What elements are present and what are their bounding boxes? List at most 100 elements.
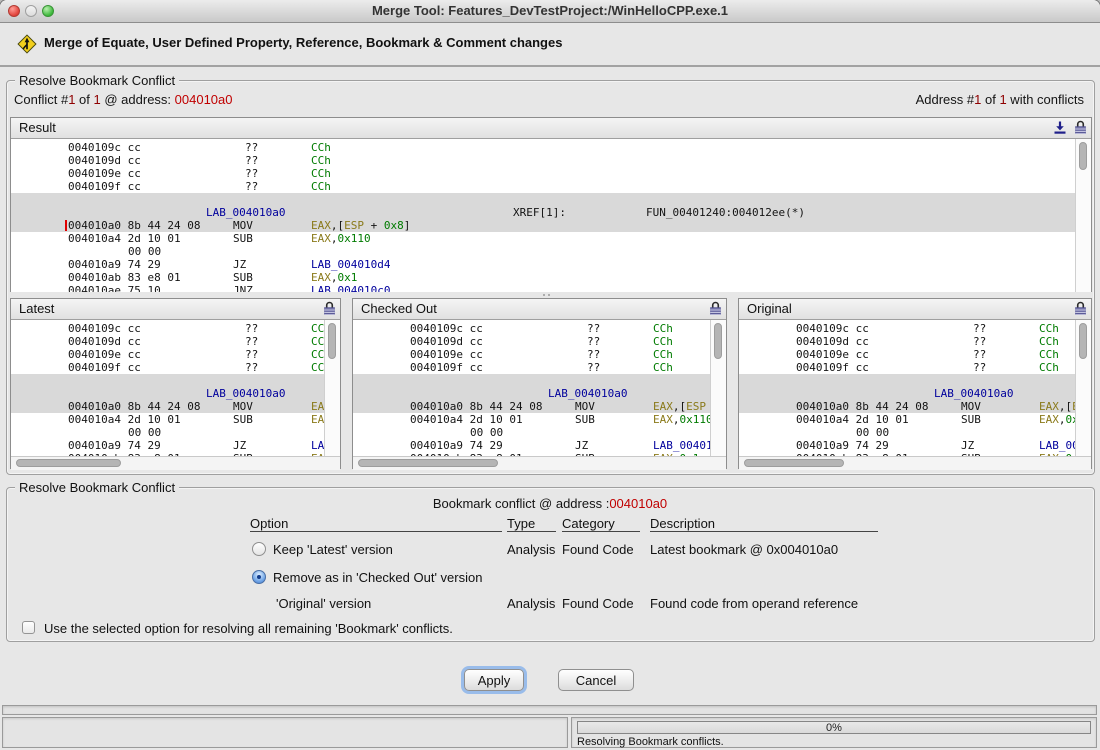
listing-row[interactable]: 004010a9 74 29JZLAB_004010d4 <box>739 439 1076 452</box>
scrollbar-thumb[interactable] <box>1079 142 1087 170</box>
result-listing[interactable]: 0040109c cc??CCh0040109d cc??CCh0040109e… <box>11 139 1076 292</box>
cursor-caret <box>65 220 67 231</box>
listing-row[interactable]: 004010a4 2d 10 01SUBEAX,0x110 <box>11 232 1076 245</box>
listing-row[interactable]: 0040109c cc??CCh <box>353 322 711 335</box>
apply-button[interactable]: Apply <box>464 669 524 691</box>
listing-row[interactable]: 0040109e cc??CCh <box>11 167 1076 180</box>
listing-row[interactable]: 0040109d cc??CCh <box>11 154 1076 167</box>
listing-row[interactable]: 004010a0 8b 44 24 08MOVEAX,[ESP + 0x8] <box>739 400 1076 413</box>
latest-panel: Latest 0040109c cc??CCh0040109d cc??CCh0… <box>10 298 341 469</box>
listing-row[interactable]: 004010a4 2d 10 01SUBEAX,0x110 <box>11 413 325 426</box>
cancel-button[interactable]: Cancel <box>558 669 634 691</box>
option-description: Latest bookmark @ 0x004010a0 <box>650 542 838 557</box>
listing-row[interactable]: 004010ae 75 10JNZLAB_004010c0 <box>11 284 1076 292</box>
listing-row[interactable]: LAB_004010a0XREF[1]:FUN_00401240:004012e… <box>11 387 325 400</box>
column-header-option: Option <box>250 516 502 532</box>
lock-icon[interactable] <box>323 301 336 322</box>
scrollbar-thumb[interactable] <box>16 459 121 467</box>
listing-row[interactable] <box>353 374 711 387</box>
option-type: Analysis <box>507 596 555 611</box>
scrollbar-thumb[interactable] <box>1079 323 1087 359</box>
listing-row[interactable]: 0040109d cc??CCh <box>739 335 1076 348</box>
latest-panel-header: Latest <box>11 299 340 320</box>
listing-row[interactable]: 004010a9 74 29JZLAB_004010d4 <box>11 439 325 452</box>
window-title: Merge Tool: Features_DevTestProject:/Win… <box>0 0 1100 22</box>
resolve-group-label: Resolve Bookmark Conflict <box>15 480 179 495</box>
option-category: Found Code <box>562 596 634 611</box>
listing-row[interactable]: 0040109f cc??CCh <box>11 180 1076 193</box>
merge-sign-icon <box>16 33 38 60</box>
listing-row[interactable]: 0040109c cc??CCh <box>739 322 1076 335</box>
listing-row[interactable]: 004010a9 74 29JZLAB_004010d4 <box>11 258 1076 271</box>
option-label[interactable]: Keep 'Latest' version <box>273 542 393 557</box>
scrollbar-thumb[interactable] <box>358 459 498 467</box>
conflict-group-label: Resolve Bookmark Conflict <box>15 73 179 88</box>
listing-row[interactable]: 004010a0 8b 44 24 08MOVEAX,[ESP + 0x8] <box>11 219 1076 232</box>
result-listing-body: 0040109c cc??CCh0040109d cc??CCh0040109e… <box>11 139 1091 292</box>
latest-horizontal-scrollbar[interactable] <box>11 456 340 470</box>
option-description: Found code from operand reference <box>650 596 858 611</box>
latest-listing-body: 0040109c cc??CCh0040109d cc??CCh0040109e… <box>11 320 340 456</box>
banner-text: Merge of Equate, User Defined Property, … <box>44 35 562 50</box>
lock-icon[interactable] <box>709 301 722 322</box>
status-right-panel: 0% Resolving Bookmark conflicts. <box>571 717 1097 748</box>
listing-row[interactable]: 0040109c cc??CCh <box>11 322 325 335</box>
checkedout-panel: Checked Out 0040109c cc??CCh0040109d cc?… <box>352 298 727 469</box>
latest-vertical-scrollbar[interactable] <box>324 320 340 456</box>
listing-row[interactable]: LAB_004010a0XREF[1]:FUN_00401240:004012e… <box>353 387 711 400</box>
listing-row[interactable]: 0040109c cc??CCh <box>11 141 1076 154</box>
resolve-all-checkbox-label[interactable]: Use the selected option for resolving al… <box>44 621 453 636</box>
listing-row[interactable]: 0040109d cc??CCh <box>11 335 325 348</box>
listing-row[interactable]: 004010ab 83 e8 01SUBEAX,0x1 <box>11 271 1076 284</box>
result-panel: Result 00401 <box>10 117 1092 292</box>
listing-row[interactable]: 004010a4 2d 10 01SUBEAX,0x110 <box>353 413 711 426</box>
listing-row[interactable]: 0040109e cc??CCh <box>739 348 1076 361</box>
listing-row[interactable]: 0040109f cc??CCh <box>739 361 1076 374</box>
merge-tool-window: Merge Tool: Features_DevTestProject:/Win… <box>0 0 1100 750</box>
original-listing[interactable]: 0040109c cc??CCh0040109d cc??CCh0040109e… <box>739 320 1076 456</box>
go-to-bottom-icon[interactable] <box>1053 120 1067 141</box>
listing-row[interactable]: 00 00 <box>739 426 1076 439</box>
listing-row[interactable] <box>739 374 1076 387</box>
column-header-description: Description <box>650 516 878 532</box>
original-vertical-scrollbar[interactable] <box>1075 320 1091 456</box>
listing-row[interactable]: 00 00 <box>11 426 325 439</box>
original-horizontal-scrollbar[interactable] <box>739 456 1091 470</box>
listing-row[interactable]: 00 00 <box>353 426 711 439</box>
latest-panel-title: Latest <box>19 301 54 316</box>
merge-banner: Merge of Equate, User Defined Property, … <box>0 23 1100 67</box>
option-label[interactable]: Remove as in 'Checked Out' version <box>273 570 482 585</box>
result-vertical-scrollbar[interactable] <box>1075 139 1091 292</box>
listing-row[interactable]: 004010a0 8b 44 24 08MOVEAX,[ESP + 0x8] <box>11 400 325 413</box>
listing-row[interactable]: 00 00 <box>11 245 1076 258</box>
listing-row[interactable]: 0040109d cc??CCh <box>353 335 711 348</box>
listing-row[interactable]: LAB_004010a0XREF[1]:FUN_00401240:004012e… <box>739 387 1076 400</box>
listing-row[interactable]: 004010a4 2d 10 01SUBEAX,0x110 <box>739 413 1076 426</box>
listing-row[interactable]: LAB_004010a0XREF[1]:FUN_00401240:004012e… <box>11 206 1076 219</box>
latest-listing[interactable]: 0040109c cc??CCh0040109d cc??CCh0040109e… <box>11 320 325 456</box>
listing-row[interactable]: 004010a0 8b 44 24 08MOVEAX,[ESP + 0x8] <box>353 400 711 413</box>
listing-row[interactable]: 0040109e cc??CCh <box>11 348 325 361</box>
listing-row[interactable]: 0040109f cc??CCh <box>353 361 711 374</box>
listing-row[interactable] <box>11 374 325 387</box>
option-category: Found Code <box>562 542 634 557</box>
scrollbar-thumb[interactable] <box>714 323 722 359</box>
scrollbar-thumb[interactable] <box>328 323 336 359</box>
checkedout-listing[interactable]: 0040109c cc??CCh0040109d cc??CCh0040109e… <box>353 320 711 456</box>
listing-row[interactable]: 0040109e cc??CCh <box>353 348 711 361</box>
keep-latest-radio[interactable] <box>252 542 266 556</box>
lock-icon[interactable] <box>1074 301 1087 322</box>
remove-checkedout-radio[interactable] <box>252 570 266 584</box>
listing-row[interactable] <box>11 193 1076 206</box>
scrollbar-thumb[interactable] <box>744 459 844 467</box>
listing-row[interactable]: 0040109f cc??CCh <box>11 361 325 374</box>
checkedout-vertical-scrollbar[interactable] <box>710 320 726 456</box>
resolve-all-checkbox[interactable] <box>22 621 35 634</box>
listing-row[interactable]: 004010a9 74 29JZLAB_004010d4 <box>353 439 711 452</box>
column-header-category: Category <box>562 516 640 532</box>
original-listing-body: 0040109c cc??CCh0040109d cc??CCh0040109e… <box>739 320 1091 456</box>
original-panel-header: Original <box>739 299 1091 320</box>
window-titlebar[interactable]: Merge Tool: Features_DevTestProject:/Win… <box>0 0 1100 23</box>
checkedout-horizontal-scrollbar[interactable] <box>353 456 726 470</box>
lock-icon[interactable] <box>1074 120 1087 141</box>
